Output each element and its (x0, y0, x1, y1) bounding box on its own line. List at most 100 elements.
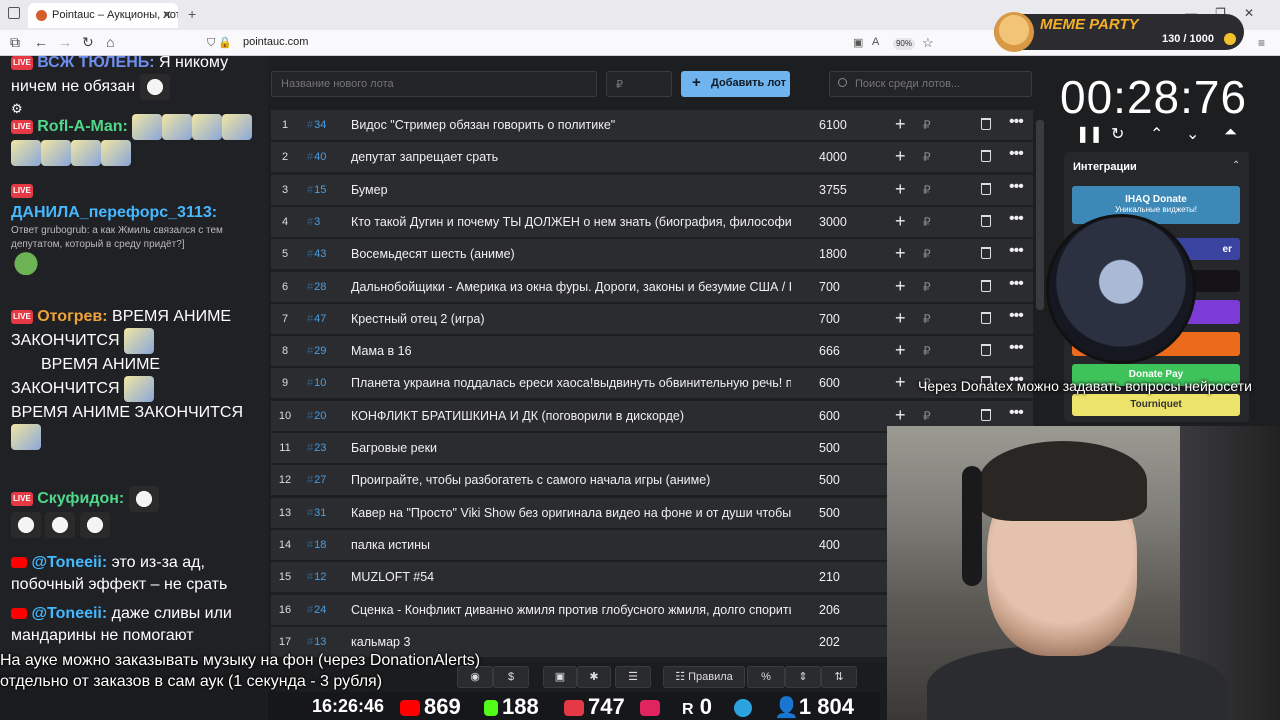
browser-tab[interactable]: Pointauc – Аукционы, лотереи ✕ (28, 3, 178, 28)
new-lot-input[interactable]: Название нового лота (271, 71, 597, 97)
back-icon[interactable]: ← (34, 34, 48, 50)
history-icon[interactable]: ☰ (615, 666, 651, 688)
zoom-level[interactable]: 90% (893, 38, 915, 50)
more-options-icon[interactable]: ••• (1009, 404, 1024, 422)
translate-icon[interactable]: A (872, 36, 879, 48)
save-icon[interactable]: ▣ (543, 666, 577, 688)
reader-view-icon[interactable]: ▣ (853, 36, 863, 49)
currency-icon[interactable]: ₽ (923, 118, 931, 132)
currency-icon[interactable]: ₽ (923, 312, 931, 326)
lot-name[interactable]: Проиграйте, чтобы разбогатеть с самого н… (351, 473, 791, 487)
tab-list-icon[interactable] (8, 7, 20, 19)
person-icon: 👤 (774, 697, 799, 719)
delete-icon[interactable] (981, 311, 991, 324)
lot-name[interactable]: Дальнобойщики - Америка из окна фуры. До… (351, 280, 791, 294)
more-options-icon[interactable]: ••• (1009, 145, 1024, 163)
currency-icon[interactable]: ₽ (923, 344, 931, 358)
restart-icon[interactable]: ↻ (1111, 124, 1124, 144)
home-icon[interactable]: ⌂ (106, 34, 114, 50)
lot-name[interactable]: Видос "Стример обязан говорить о политик… (351, 118, 791, 132)
pause-icon[interactable]: ❚❚ (1076, 124, 1103, 144)
more-options-icon[interactable]: ••• (1009, 210, 1024, 228)
site-info-icon[interactable]: ⛉ 🔒 (207, 36, 232, 50)
delete-icon[interactable] (981, 118, 991, 130)
add-time-icon[interactable]: ⌃ (1150, 124, 1163, 144)
add-amount-icon[interactable]: + (895, 372, 906, 393)
delete-icon[interactable] (981, 344, 991, 357)
lot-amount-input[interactable]: ₽ (606, 71, 672, 97)
lot-name[interactable]: Планета украина поддалась ереси хаоса!вы… (351, 376, 791, 390)
add-amount-icon[interactable]: + (895, 243, 906, 264)
lot-name[interactable]: Крестный отец 2 (игра) (351, 312, 791, 326)
percent-button[interactable]: % (747, 666, 785, 688)
currency-icon[interactable]: ₽ (923, 247, 931, 261)
lot-rank: 10 (278, 409, 292, 422)
delete-icon[interactable] (981, 408, 991, 421)
more-options-icon[interactable]: ••• (1009, 307, 1024, 325)
chat-overlay: LIVE ВСЖ ТЮЛЕНЬ: Я никому ничем не обяза… (0, 56, 268, 662)
currency-icon[interactable]: ₽ (923, 280, 931, 294)
currency-icon[interactable]: ₽ (923, 409, 931, 423)
ihaq-title: IHAQ Donate (1125, 194, 1187, 205)
sidebar-toggle-icon[interactable]: ⧉ (10, 34, 20, 51)
add-amount-icon[interactable]: + (895, 114, 906, 135)
add-amount-icon[interactable]: + (895, 146, 906, 167)
more-options-icon[interactable]: ••• (1009, 275, 1024, 293)
menu-icon[interactable]: ≡ (1258, 36, 1265, 50)
new-tab-icon[interactable]: + (188, 6, 196, 22)
lot-name[interactable]: MUZLOFT #54 (351, 570, 791, 584)
lot-name[interactable]: палка истины (351, 538, 791, 552)
delete-icon[interactable] (981, 182, 991, 195)
chat-nick: ДАНИЛА_перефорс_3113: (11, 204, 218, 221)
delete-icon[interactable] (981, 279, 991, 292)
meme-party-count: 130 / 1000 (1162, 33, 1214, 45)
more-options-icon[interactable]: ••• (1009, 242, 1024, 260)
lot-rank: 3 (281, 183, 289, 196)
lot-name[interactable]: Сценка - Конфликт диванно жмиля против г… (351, 603, 791, 617)
delete-icon[interactable] (981, 214, 991, 227)
add-amount-icon[interactable]: + (895, 211, 906, 232)
lots-scrollbar[interactable] (1036, 120, 1044, 310)
currency-icon[interactable]: ₽ (923, 215, 931, 229)
delete-icon[interactable] (981, 150, 991, 163)
more-options-icon[interactable]: ••• (1009, 113, 1024, 131)
collapse-icon[interactable]: ⌃ (1232, 160, 1240, 171)
donate-button[interactable]: $ (493, 666, 529, 688)
reload-icon[interactable]: ↻ (82, 34, 94, 51)
lot-name[interactable]: Багровые реки (351, 441, 791, 455)
close-tab-icon[interactable]: ✕ (162, 8, 172, 22)
add-amount-icon[interactable]: + (895, 405, 906, 426)
lot-name[interactable]: депутат запрещает срать (351, 150, 791, 164)
forward-icon[interactable]: → (58, 34, 72, 50)
split-icon[interactable]: ⇕ (785, 666, 821, 688)
lot-name[interactable]: Мама в 16 (351, 344, 791, 358)
chat-message: LIVE Rofl-A-Man: (11, 114, 263, 166)
currency-icon[interactable]: ₽ (923, 150, 931, 164)
more-options-icon[interactable]: ••• (1009, 339, 1024, 357)
lot-name[interactable]: Кто такой Дугин и почему ТЫ ДОЛЖЕН о нем… (351, 215, 791, 229)
lot-name[interactable]: Бумер (351, 183, 791, 197)
add-amount-icon[interactable]: + (895, 179, 906, 200)
add-lot-button[interactable]: + Добавить лот (681, 71, 790, 97)
double-time-icon[interactable]: ⏶ (1224, 124, 1237, 142)
search-lots-input[interactable]: Поиск среди лотов... (829, 71, 1032, 97)
bug-icon[interactable]: ✱ (577, 666, 611, 688)
rules-button[interactable]: ☷ Правила (663, 666, 745, 688)
bookmark-star-icon[interactable]: ☆ (922, 35, 934, 51)
sort-icon[interactable]: ⇅ (821, 666, 857, 688)
lot-name[interactable]: КОНФЛИКТ БРАТИШКИНА И ДК (поговорили в д… (351, 409, 791, 423)
subtract-time-icon[interactable]: ⌄ (1186, 124, 1199, 144)
add-amount-icon[interactable]: + (895, 276, 906, 297)
webcam-feed (887, 426, 1280, 720)
currency-icon[interactable]: ₽ (923, 183, 931, 197)
lot-rank: 12 (278, 474, 292, 487)
vk-viewers (640, 694, 664, 720)
lot-name[interactable]: кальмар 3 (351, 635, 791, 649)
lot-name[interactable]: Восемьдесят шесть (аниме) (351, 247, 791, 261)
add-amount-icon[interactable]: + (895, 308, 906, 329)
tourniquet-button[interactable]: Tourniquet (1072, 394, 1240, 416)
lot-name[interactable]: Кавер на "Просто" Viki Show без оригинал… (351, 506, 791, 520)
more-options-icon[interactable]: ••• (1009, 178, 1024, 196)
delete-icon[interactable] (981, 247, 991, 260)
add-amount-icon[interactable]: + (895, 340, 906, 361)
